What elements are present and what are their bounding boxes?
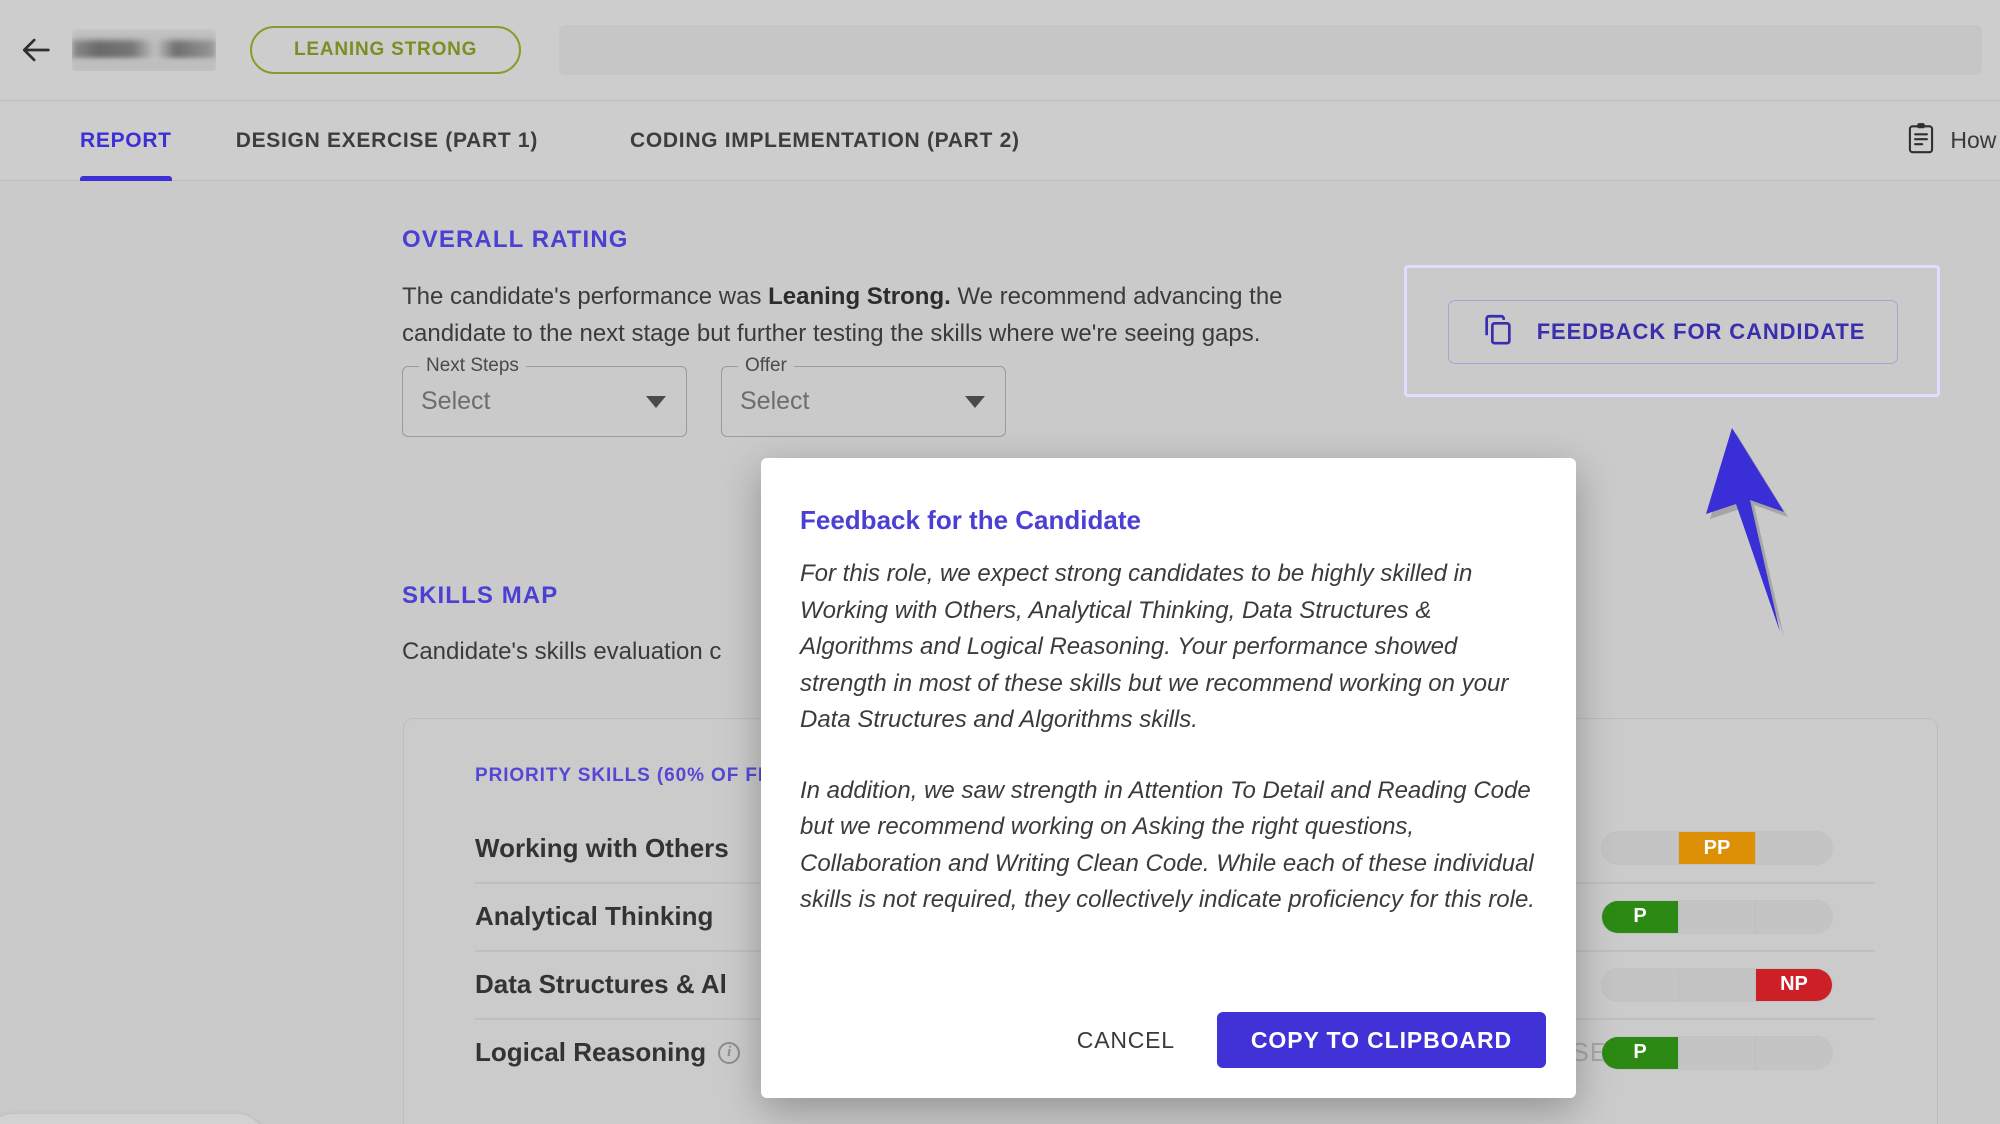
desc-prefix: The candidate's performance was xyxy=(402,283,769,310)
overall-rating-badge[interactable]: LEANING STRONG xyxy=(250,26,522,74)
skill-gauge: P xyxy=(1601,899,1833,934)
skill-name: Working with Others xyxy=(475,832,729,863)
desc-bold: Leaning Strong. xyxy=(768,283,951,310)
up-left-arrow-annotation xyxy=(1690,425,1830,640)
skill-name: Analytical Thinking xyxy=(475,901,714,931)
gauge-segment-1: P xyxy=(1602,900,1679,933)
gauge-segment-2 xyxy=(1679,900,1756,933)
gauge-segment-2 xyxy=(1679,968,1756,1001)
tab-report[interactable]: REPORT xyxy=(80,101,172,181)
how-to-link[interactable]: How to xyxy=(1906,122,2000,160)
cancel-button[interactable]: CANCEL xyxy=(1051,1012,1201,1068)
tab-bar: REPORT DESIGN EXERCISE (PART 1) CODING I… xyxy=(0,101,2000,181)
select-offer-value: Select xyxy=(740,387,810,415)
top-bar: LEANING STRONG xyxy=(0,0,2000,101)
gauge-segment-3 xyxy=(1756,900,1832,933)
dialog-body: For this role, we expect strong candidat… xyxy=(800,556,1536,919)
chevron-down-icon xyxy=(646,395,666,408)
skill-name: Logical Reasoning i xyxy=(475,1037,741,1068)
header-search-field[interactable] xyxy=(559,25,1982,75)
gauge-segment-3 xyxy=(1756,832,1832,864)
info-icon[interactable]: i xyxy=(718,1041,741,1064)
tab-design-exercise[interactable]: DESIGN EXERCISE (PART 1) xyxy=(236,101,538,181)
gauge-segment-1 xyxy=(1602,832,1679,864)
select-next-steps-legend: Next Steps xyxy=(419,355,526,377)
dialog-paragraph-1: For this role, we expect strong candidat… xyxy=(800,560,1509,733)
chevron-down-icon xyxy=(965,395,985,408)
clipboard-icon xyxy=(1906,122,1936,160)
how-to-label: How to xyxy=(1950,127,2000,153)
select-next-steps-value: Select xyxy=(421,387,491,415)
back-arrow-icon[interactable] xyxy=(14,27,60,73)
dialog-paragraph-2: In addition, we saw strength in Attentio… xyxy=(800,776,1535,914)
skill-name: Data Structures & Al xyxy=(475,969,727,999)
select-offer[interactable]: Offer Select xyxy=(721,355,1006,437)
gauge-segment-3 xyxy=(1756,1036,1832,1069)
copy-icon xyxy=(1481,312,1515,352)
select-next-steps[interactable]: Next Steps Select xyxy=(402,355,687,437)
gauge-segment-1 xyxy=(1602,968,1679,1001)
show-profile-button[interactable]: Show Profile xyxy=(0,1114,267,1124)
overall-rating-heading: OVERALL RATING xyxy=(402,226,629,253)
skill-gauge: P xyxy=(1601,1035,1833,1070)
skills-map-heading: SKILLS MAP xyxy=(402,582,559,609)
gauge-segment-2: PP xyxy=(1679,832,1756,864)
skill-name-label: Logical Reasoning xyxy=(475,1037,707,1067)
dialog-title: Feedback for the Candidate xyxy=(800,505,1141,535)
gauge-segment-2 xyxy=(1679,1036,1756,1069)
tab-coding-implementation[interactable]: CODING IMPLEMENTATION (PART 2) xyxy=(630,101,1020,181)
gauge-segment-3: NP xyxy=(1756,968,1832,1001)
skill-gauge: PP xyxy=(1601,831,1833,865)
skill-gauge: NP xyxy=(1601,967,1833,1002)
feedback-for-candidate-button[interactable]: FEEDBACK FOR CANDIDATE xyxy=(1448,300,1898,364)
gauge-segment-1: P xyxy=(1602,1036,1679,1069)
select-offer-legend: Offer xyxy=(738,355,794,377)
feedback-dialog: Feedback for the Candidate For this role… xyxy=(761,458,1576,1098)
priority-skills-label: PRIORITY SKILLS (60% OF FINA xyxy=(475,765,794,786)
copy-to-clipboard-button[interactable]: COPY TO CLIPBOARD xyxy=(1216,1012,1546,1068)
report-page: LEANING STRONG REPORT DESIGN EXERCISE (P… xyxy=(0,0,2000,1124)
overall-rating-description: The candidate's performance was Leaning … xyxy=(402,278,1342,352)
feedback-button-label: FEEDBACK FOR CANDIDATE xyxy=(1536,319,1866,344)
candidate-name-redacted xyxy=(72,29,216,71)
dialog-actions: CANCEL COPY TO CLIPBOARD xyxy=(1051,1012,1546,1068)
next-steps-selects: Next Steps Select Offer Select xyxy=(402,355,1006,437)
